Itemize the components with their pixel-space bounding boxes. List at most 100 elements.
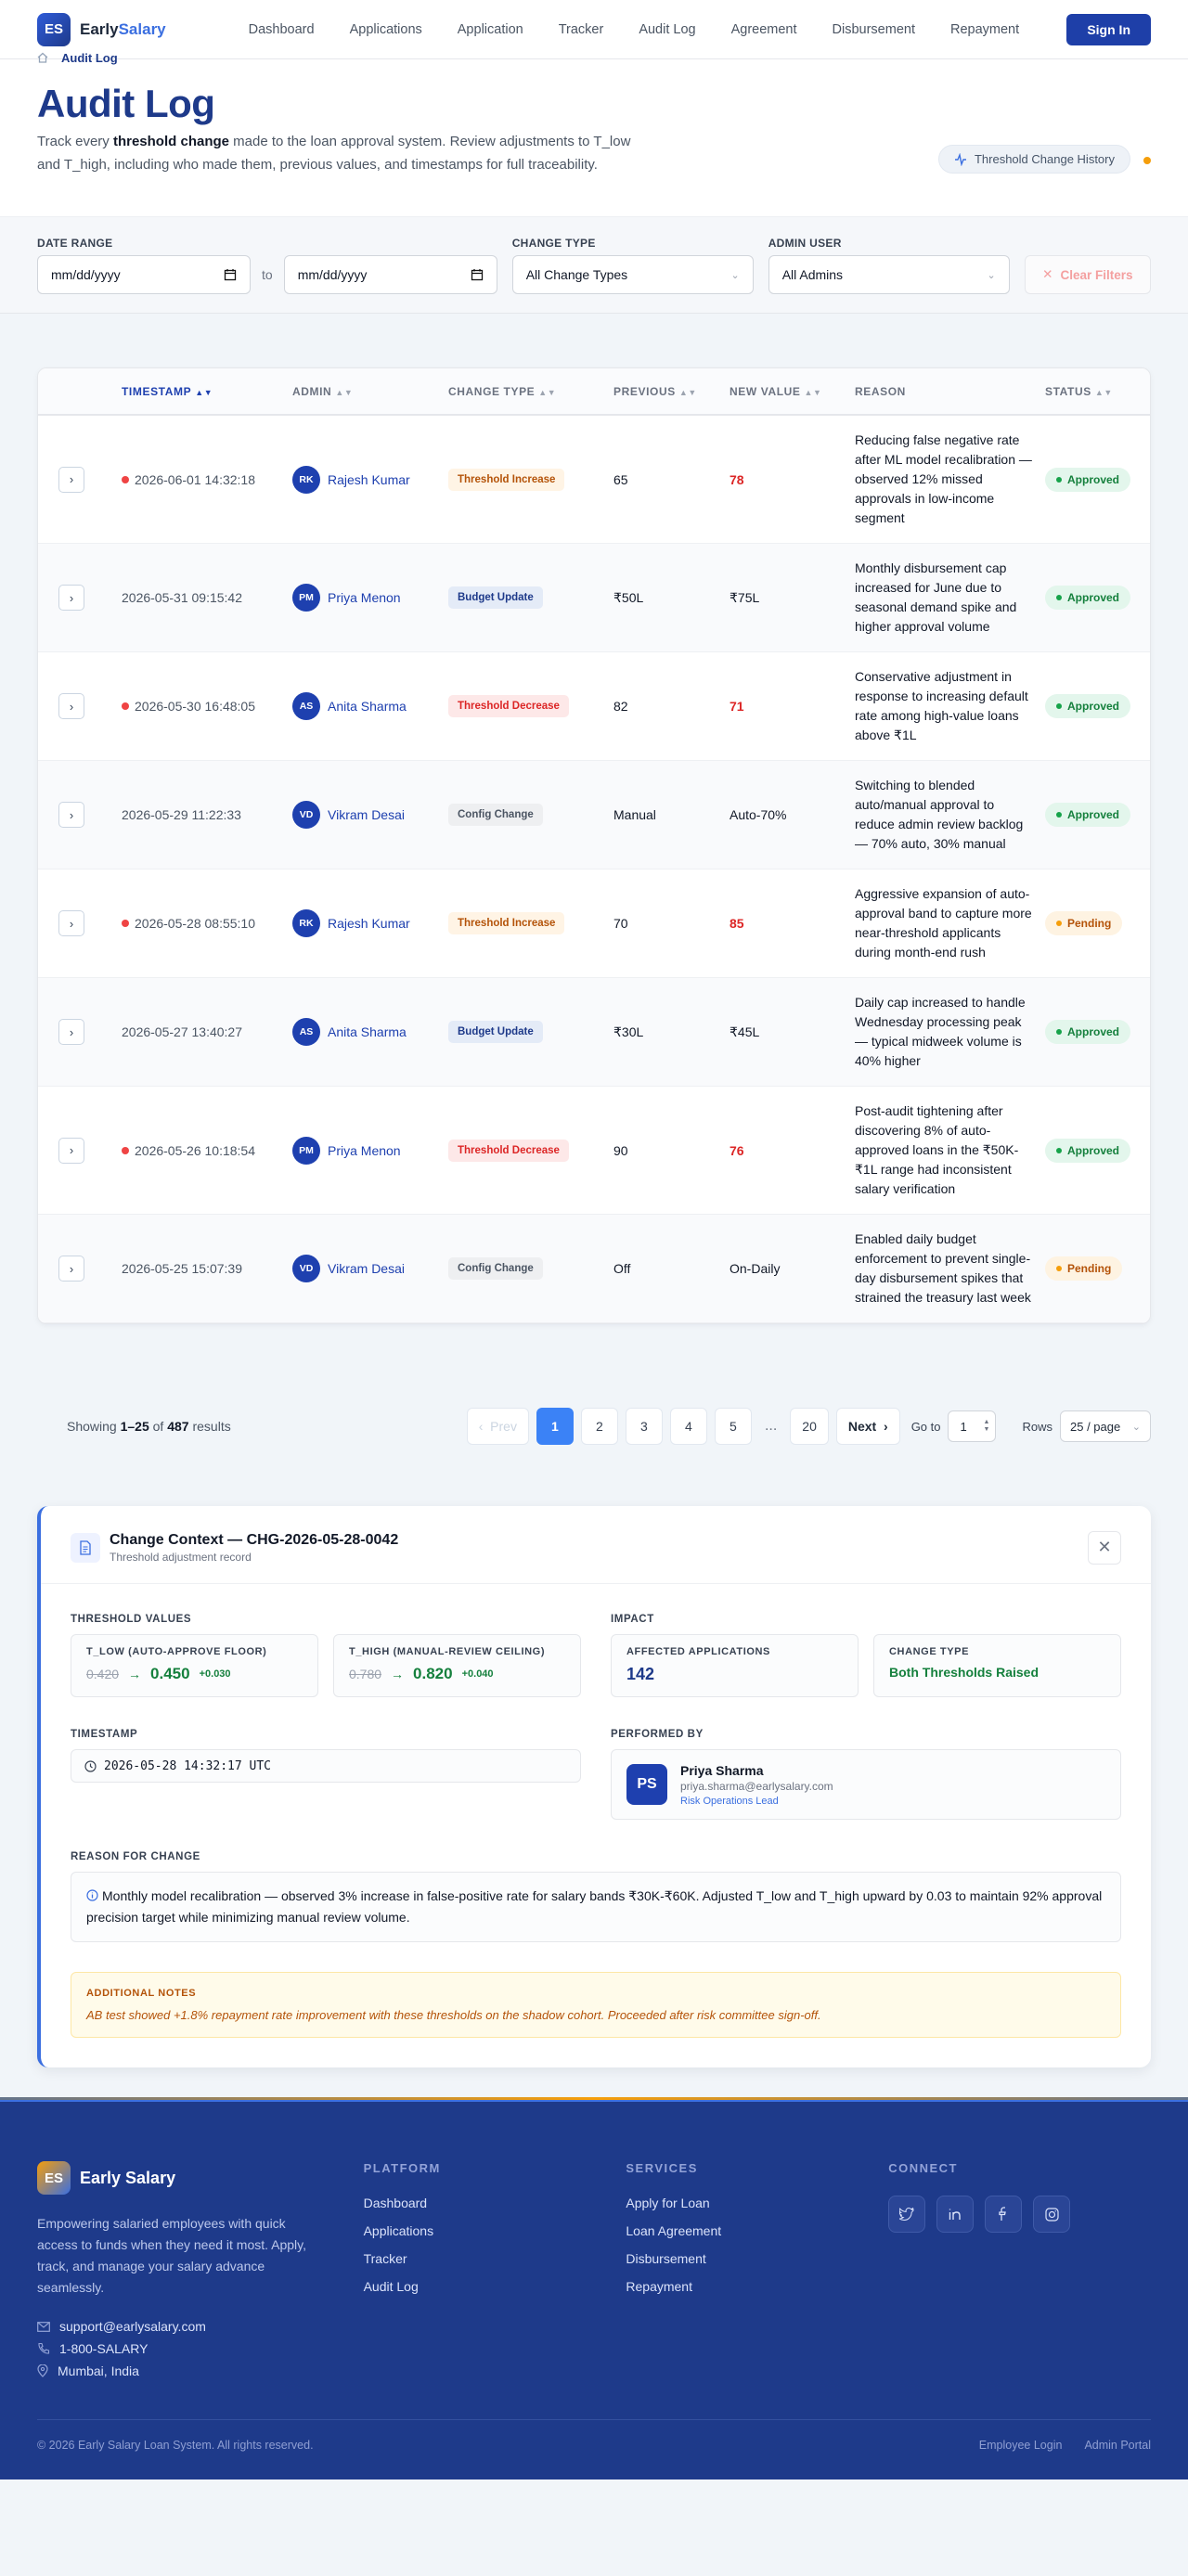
table-row[interactable]: › 2026-05-31 09:15:42 PM Priya Menon Budget … bbox=[38, 543, 1150, 652]
chevron-right-icon: › bbox=[69, 1143, 74, 1157]
nav-link-agreement[interactable]: Agreement bbox=[714, 22, 815, 37]
nav-link-application[interactable]: Application bbox=[440, 22, 541, 37]
footer-link-dashboard[interactable]: Dashboard bbox=[364, 2196, 626, 2210]
row-reason: Aggressive expansion of auto-approval ba… bbox=[855, 886, 1032, 960]
next-page-button[interactable]: Next › bbox=[835, 1408, 900, 1445]
admin-name[interactable]: Rajesh Kumar bbox=[328, 916, 410, 931]
table-row[interactable]: › 2026-05-25 15:07:39 VD Vikram Desai Config… bbox=[38, 1214, 1150, 1323]
expand-row-button[interactable]: › bbox=[58, 1019, 84, 1045]
page-button-5[interactable]: 5 bbox=[714, 1408, 752, 1445]
chevron-right-icon: › bbox=[69, 472, 74, 486]
admin-name[interactable]: Priya Menon bbox=[328, 1143, 401, 1158]
row-admin[interactable]: RK Rajesh Kumar bbox=[292, 465, 448, 494]
footer-link-loan-agreement[interactable]: Loan Agreement bbox=[626, 2223, 888, 2238]
nav-link-audit-log[interactable]: Audit Log bbox=[621, 22, 713, 37]
expand-row-button[interactable]: › bbox=[58, 1256, 84, 1282]
row-admin[interactable]: VD Vikram Desai bbox=[292, 1255, 448, 1282]
calendar-icon[interactable] bbox=[471, 268, 484, 281]
row-admin[interactable]: PM Priya Menon bbox=[292, 584, 448, 612]
status-badge: Pending bbox=[1045, 1256, 1123, 1281]
row-admin[interactable]: PM Priya Menon bbox=[292, 1136, 448, 1165]
expand-row-button[interactable]: › bbox=[58, 910, 84, 936]
admin-user-select[interactable]: All Admins ⌄ bbox=[768, 255, 1010, 294]
date-range-filter: DATE RANGE mm/dd/yyyy to mm/dd/yyyy bbox=[37, 237, 497, 294]
goto-page-input[interactable]: 1 ▲ ▼ bbox=[948, 1410, 997, 1442]
date-to-input[interactable]: mm/dd/yyyy bbox=[283, 255, 497, 294]
footer-link-disbursement[interactable]: Disbursement bbox=[626, 2251, 888, 2266]
nav-link-dashboard[interactable]: Dashboard bbox=[231, 22, 332, 37]
close-panel-button[interactable]: ✕ bbox=[1088, 1530, 1121, 1565]
clear-filters-button[interactable]: ✕ Clear Filters bbox=[1024, 255, 1151, 294]
change-type-column-header[interactable]: CHANGE TYPE ▲▼ bbox=[448, 368, 613, 416]
footer-link-apply-for-loan[interactable]: Apply for Loan bbox=[626, 2196, 888, 2210]
rows-per-page-select[interactable]: 25 / page ⌄ bbox=[1060, 1410, 1151, 1442]
reason-column-header: REASON bbox=[855, 368, 1045, 416]
footer-link-audit-log[interactable]: Audit Log bbox=[364, 2279, 626, 2294]
page-button-1[interactable]: 1 bbox=[536, 1408, 574, 1445]
footer-brand[interactable]: ES Early Salary bbox=[37, 2161, 364, 2195]
sort-icon: ▲▼ bbox=[1094, 387, 1113, 397]
prev-page-button[interactable]: ‹ Prev bbox=[466, 1408, 529, 1445]
thigh-card: T_HIGH (MANUAL-REVIEW CEILING) 0.780 → 0.8… bbox=[333, 1634, 581, 1697]
date-from-input[interactable]: mm/dd/yyyy bbox=[37, 255, 251, 294]
admin-name[interactable]: Vikram Desai bbox=[328, 1261, 405, 1276]
admin-name[interactable]: Anita Sharma bbox=[328, 1024, 407, 1039]
row-admin[interactable]: AS Anita Sharma bbox=[292, 1018, 448, 1046]
page-button-4[interactable]: 4 bbox=[669, 1408, 707, 1445]
table-row[interactable]: › 2026-06-01 14:32:18 RK Rajesh Kumar Thresh… bbox=[38, 415, 1150, 544]
table-row[interactable]: › 2026-05-29 11:22:33 VD Vikram Desai Config… bbox=[38, 760, 1150, 869]
table-row[interactable]: › 2026-05-28 08:55:10 RK Rajesh Kumar Thresh… bbox=[38, 869, 1150, 978]
home-icon[interactable] bbox=[37, 52, 48, 63]
employee-login-link[interactable]: Employee Login bbox=[979, 2439, 1063, 2452]
change-type-select[interactable]: All Change Types ⌄ bbox=[511, 255, 754, 294]
footer-link-repayment[interactable]: Repayment bbox=[626, 2279, 888, 2294]
footer-phone[interactable]: 1-800-SALARY bbox=[37, 2341, 364, 2356]
nav-link-repayment[interactable]: Repayment bbox=[933, 22, 1037, 37]
row-timestamp: 2026-05-30 16:48:05 bbox=[122, 699, 292, 714]
audit-table-container: TIMESTAMP ▲▼ ADMIN ▲▼ CHANGE TYPE ▲▼ PREVIO… bbox=[37, 367, 1151, 1324]
thigh-delta: +0.040 bbox=[461, 1668, 494, 1680]
facebook-icon[interactable] bbox=[985, 2196, 1023, 2233]
avatar: RK bbox=[292, 465, 320, 494]
nav-link-tracker[interactable]: Tracker bbox=[541, 22, 622, 37]
timestamp-column-header[interactable]: TIMESTAMP ▲▼ bbox=[122, 368, 292, 416]
page-button-3[interactable]: 3 bbox=[625, 1408, 663, 1445]
brand[interactable]: ES EarlySalary bbox=[37, 12, 166, 46]
twitter-icon[interactable] bbox=[888, 2196, 926, 2233]
expand-row-button[interactable]: › bbox=[58, 1137, 84, 1164]
expand-row-button[interactable]: › bbox=[58, 802, 84, 828]
admin-name[interactable]: Vikram Desai bbox=[328, 807, 405, 822]
row-timestamp: 2026-05-27 13:40:27 bbox=[122, 1024, 242, 1039]
admin-portal-link[interactable]: Admin Portal bbox=[1084, 2439, 1151, 2452]
row-admin[interactable]: RK Rajesh Kumar bbox=[292, 909, 448, 937]
page-button-2[interactable]: 2 bbox=[580, 1408, 618, 1445]
linkedin-icon[interactable] bbox=[936, 2196, 975, 2233]
status-column-header[interactable]: STATUS ▲▼ bbox=[1045, 368, 1150, 416]
admin-name[interactable]: Rajesh Kumar bbox=[328, 472, 410, 487]
table-row[interactable]: › 2026-05-26 10:18:54 PM Priya Menon Thresho… bbox=[38, 1087, 1150, 1215]
stepper-icon[interactable]: ▲ ▼ bbox=[984, 1419, 990, 1434]
previous-column-header[interactable]: PREVIOUS ▲▼ bbox=[613, 368, 730, 416]
expand-row-button[interactable]: › bbox=[58, 466, 84, 493]
admin-name[interactable]: Priya Menon bbox=[328, 590, 401, 605]
page-button-last[interactable]: 20 bbox=[790, 1408, 829, 1445]
new-value-column-header[interactable]: NEW VALUE ▲▼ bbox=[730, 368, 855, 416]
footer-link-tracker[interactable]: Tracker bbox=[364, 2251, 626, 2266]
footer-link-applications[interactable]: Applications bbox=[364, 2223, 626, 2238]
table-row[interactable]: › 2026-05-27 13:40:27 AS Anita Sharma Budget… bbox=[38, 977, 1150, 1087]
expand-row-button[interactable]: › bbox=[58, 693, 84, 719]
nav-link-disbursement[interactable]: Disbursement bbox=[815, 22, 933, 37]
row-admin[interactable]: AS Anita Sharma bbox=[292, 692, 448, 720]
admin-column-header[interactable]: ADMIN ▲▼ bbox=[292, 368, 448, 416]
nav-link-applications[interactable]: Applications bbox=[332, 22, 440, 37]
expand-row-button[interactable]: › bbox=[58, 585, 84, 611]
footer-email[interactable]: support@earlysalary.com bbox=[37, 2319, 364, 2334]
page-title: Audit Log bbox=[37, 82, 215, 125]
table-row[interactable]: › 2026-05-30 16:48:05 AS Anita Sharma Thresh… bbox=[38, 652, 1150, 761]
threshold-history-button[interactable]: Threshold Change History bbox=[937, 145, 1130, 174]
row-admin[interactable]: VD Vikram Desai bbox=[292, 801, 448, 829]
instagram-icon[interactable] bbox=[1033, 2196, 1071, 2233]
admin-name[interactable]: Anita Sharma bbox=[328, 699, 407, 714]
calendar-icon[interactable] bbox=[224, 268, 237, 281]
sign-in-button[interactable]: Sign In bbox=[1066, 13, 1151, 45]
